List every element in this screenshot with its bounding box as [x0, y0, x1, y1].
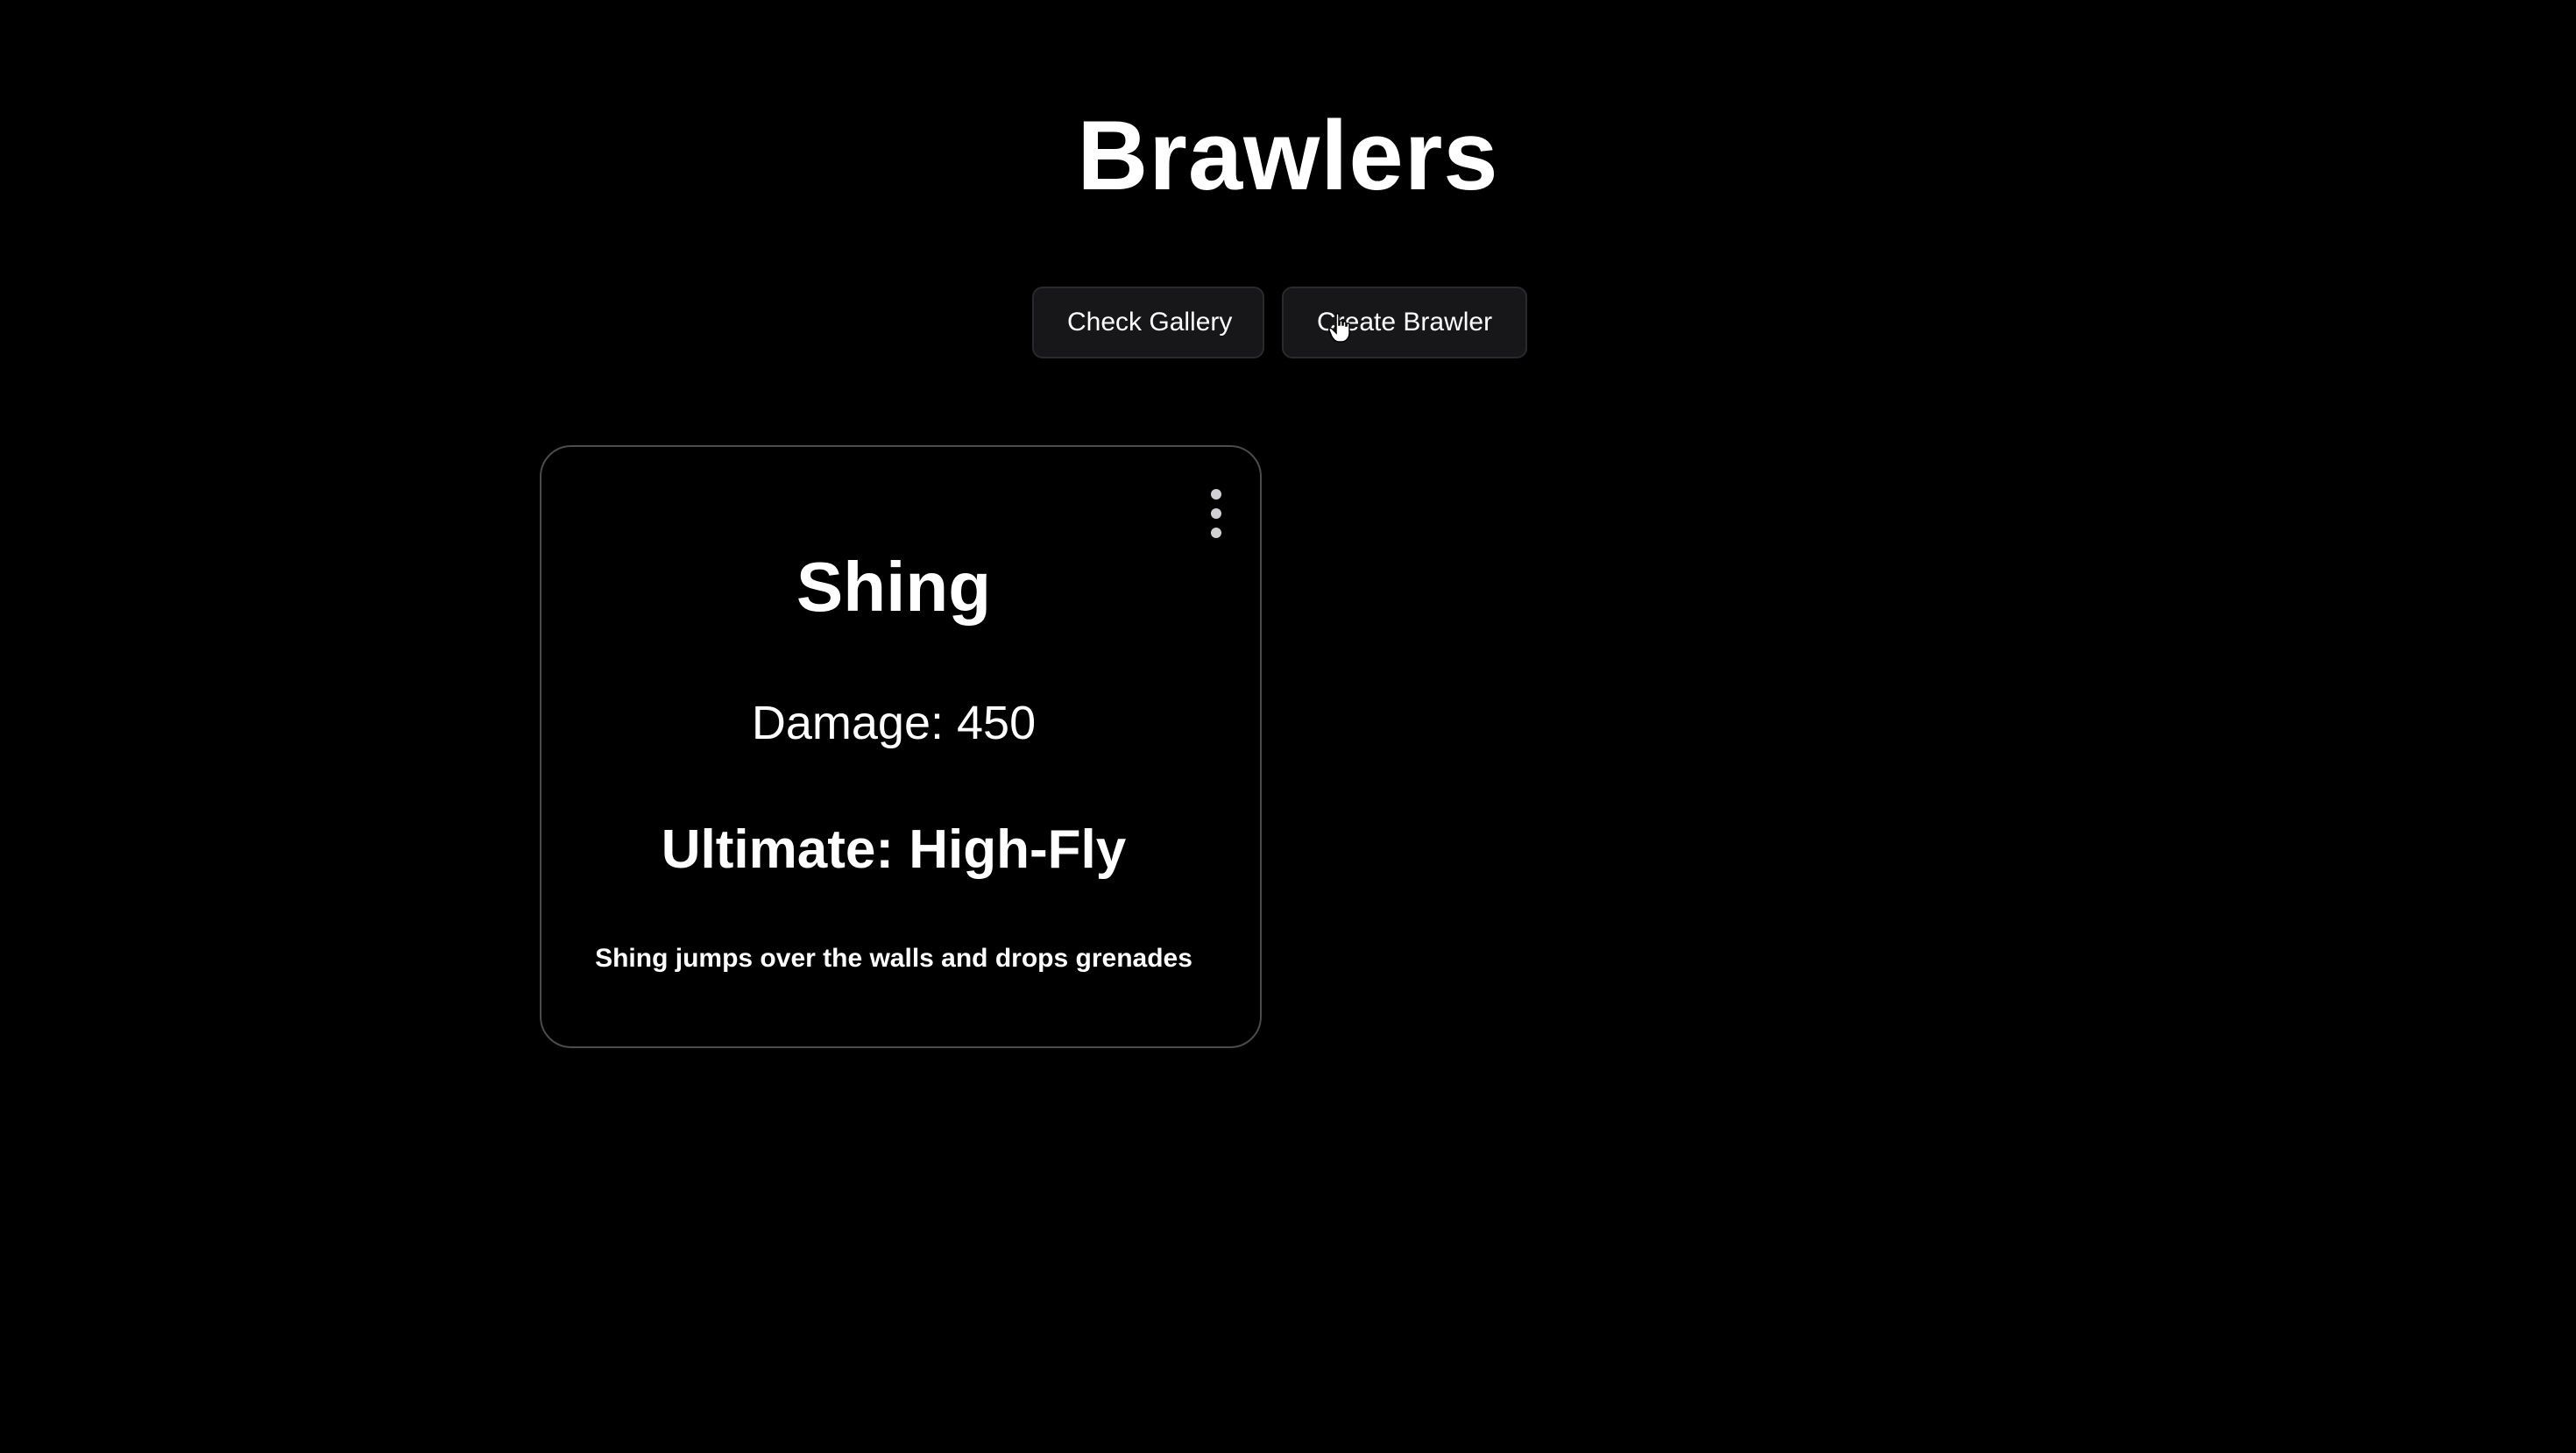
brawler-name: Shing: [796, 548, 992, 626]
check-gallery-button[interactable]: Check Gallery: [1032, 287, 1264, 358]
brawler-damage: Damage: 450: [751, 697, 1037, 749]
toolbar: Check Gallery Create Brawler: [1032, 287, 1527, 358]
page-title: Brawlers: [1077, 101, 1499, 210]
brawler-ultimate: Ultimate: High-Fly: [661, 819, 1127, 880]
brawler-card: Shing Damage: 450 Ultimate: High-Fly Shi…: [540, 445, 1262, 1048]
brawler-description: Shing jumps over the walls and drops gre…: [595, 944, 1192, 973]
brawlers-page: Brawlers Check Gallery Create Brawler Sh…: [0, 0, 2576, 1453]
create-brawler-button[interactable]: Create Brawler: [1282, 287, 1527, 358]
more-vertical-icon[interactable]: [1206, 487, 1227, 540]
